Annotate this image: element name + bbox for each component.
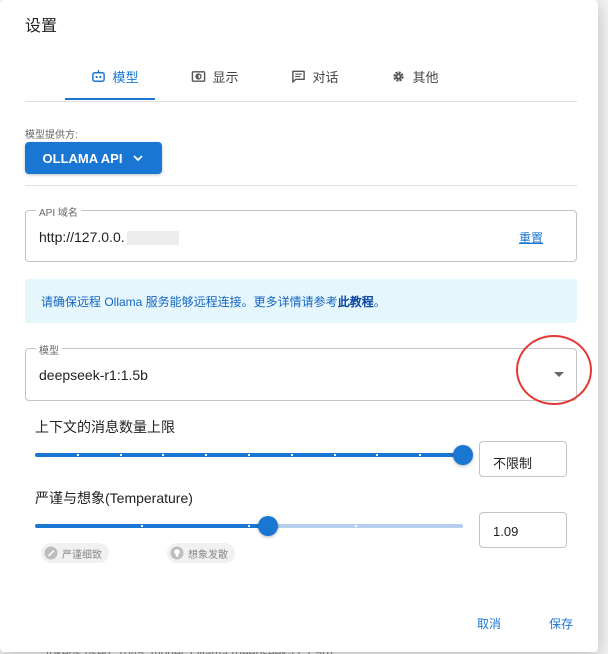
slider-mark xyxy=(333,454,336,456)
model-label: 模型 xyxy=(36,342,62,357)
api-host-field[interactable]: http://127.0.0. 重置 xyxy=(25,210,577,262)
slider-mark xyxy=(141,525,143,527)
temperature-slider[interactable] xyxy=(35,516,463,536)
slider-mark xyxy=(162,454,165,456)
redacted-mask xyxy=(126,231,179,246)
tab-model-label: 模型 xyxy=(112,69,139,85)
slider-mark xyxy=(290,454,293,456)
tab-display[interactable]: 显示 xyxy=(165,56,265,96)
tab-chat[interactable]: 对话 xyxy=(265,56,365,96)
slider-mark xyxy=(376,454,379,456)
slider-thumb[interactable] xyxy=(453,445,473,465)
model-select[interactable]: deepseek-r1:1.5b xyxy=(25,348,577,401)
gear-icon xyxy=(393,70,405,82)
dialog-title: 设置 xyxy=(25,18,58,35)
tutorial-link[interactable]: 此教程 xyxy=(338,295,374,309)
slider-mark xyxy=(205,454,208,456)
provider-value: OLLAMA API xyxy=(42,150,123,166)
chip-imaginative: 想象发散 xyxy=(167,543,235,563)
info-text: 请确保远程 Ollama 服务能够远程连接。更多详情请参考 xyxy=(41,295,338,309)
temperature-label: 严谨与想象(Temperature) xyxy=(35,490,193,506)
slider-mark xyxy=(419,454,422,456)
provider-label: 模型提供方: xyxy=(25,130,78,141)
lightbulb-icon xyxy=(170,546,184,560)
info-alert: 请确保远程 Ollama 服务能够远程连接。更多详情请参考此教程。 xyxy=(25,279,577,323)
model-value: deepseek-r1:1.5b xyxy=(39,367,148,383)
chip-precise: 严谨细致 xyxy=(41,543,109,563)
info-text-end: 。 xyxy=(373,295,386,309)
tab-other[interactable]: 其他 xyxy=(365,56,465,96)
slider-mark xyxy=(248,454,250,456)
api-host-input-value[interactable]: http://127.0.0. xyxy=(39,229,179,246)
slider-mark xyxy=(76,454,79,456)
tab-chat-label: 对话 xyxy=(312,69,339,85)
precise-icon xyxy=(44,546,58,560)
cancel-button[interactable]: 取消 xyxy=(477,615,501,632)
settings-dialog: 设置 模型 显示 对话 其他 模型提供方: OLLAMA API http://… xyxy=(0,0,598,652)
section-divider xyxy=(25,185,577,186)
chat-icon xyxy=(292,70,306,83)
active-tab-indicator xyxy=(65,98,155,100)
slider-thumb[interactable] xyxy=(258,516,279,536)
chip-precise-label: 严谨细致 xyxy=(62,549,102,561)
robot-icon xyxy=(92,69,106,82)
settings-tabs: 模型 显示 对话 其他 xyxy=(65,56,465,101)
api-host-label: API 域名 xyxy=(36,204,81,219)
tabs-divider xyxy=(25,101,577,102)
context-limit-slider[interactable] xyxy=(35,445,473,465)
slider-track xyxy=(35,524,269,528)
tab-other-label: 其他 xyxy=(412,69,439,85)
provider-select-button[interactable]: OLLAMA API xyxy=(25,142,162,174)
chevron-down-icon xyxy=(133,155,144,162)
chip-imaginative-label: 想象发散 xyxy=(188,549,228,561)
slider-mark xyxy=(355,525,357,527)
tab-model[interactable]: 模型 xyxy=(65,56,165,96)
reset-api-host-button[interactable]: 重置 xyxy=(519,229,543,246)
context-limit-label: 上下文的消息数量上限 xyxy=(35,419,175,435)
background-app-strip xyxy=(598,0,608,654)
display-icon xyxy=(192,70,206,82)
context-limit-value[interactable]: 不限制 xyxy=(479,441,567,477)
red-annotation-circle xyxy=(516,335,592,405)
temperature-value[interactable]: 1.09 xyxy=(479,512,567,548)
save-button[interactable]: 保存 xyxy=(549,615,573,632)
tab-display-label: 显示 xyxy=(212,69,239,85)
slider-mark xyxy=(248,525,250,527)
slider-mark xyxy=(119,454,122,456)
